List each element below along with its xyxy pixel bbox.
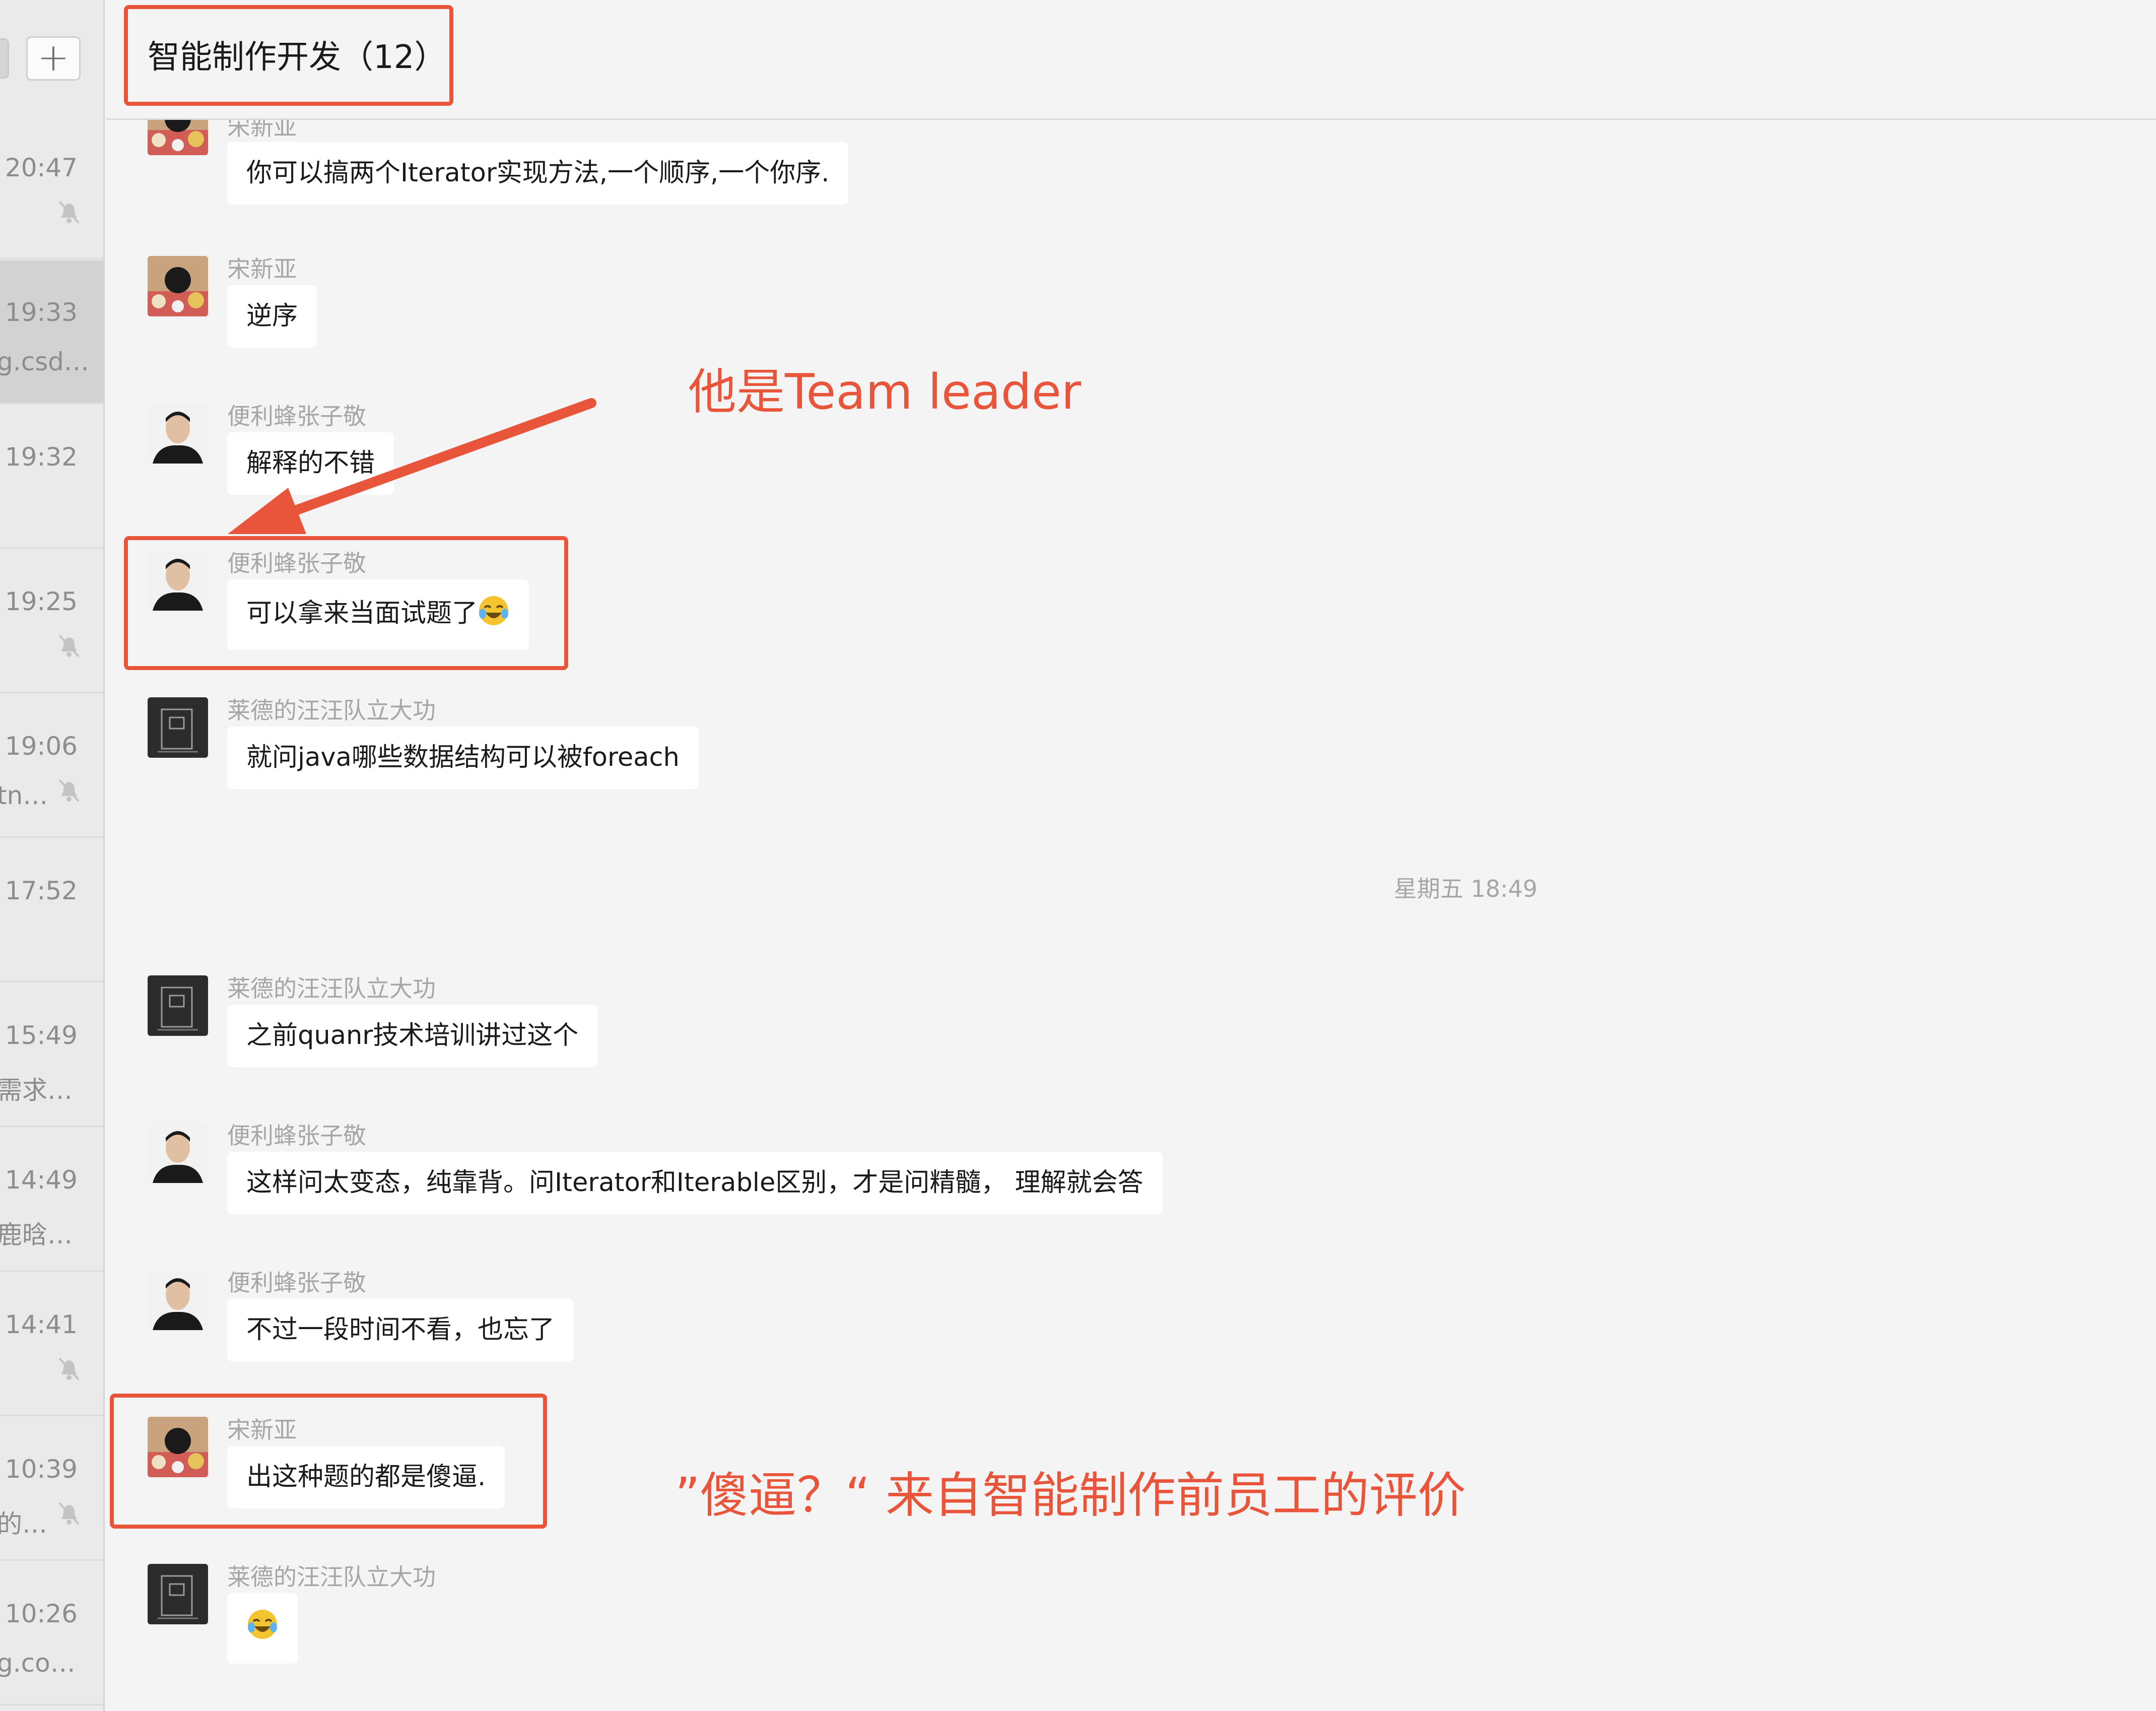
session-time: 14:41 [5, 1310, 78, 1339]
session-time: 19:32 [5, 442, 78, 472]
session-list-item[interactable]: 19:33 g.csd… [0, 260, 103, 404]
avatar-zhang-icon [148, 403, 208, 464]
avatar[interactable] [148, 256, 208, 316]
mute-bell-icon [58, 1502, 80, 1525]
sender-name: 便利蜂张子敬 [227, 1269, 366, 1296]
avatar[interactable] [148, 1270, 208, 1330]
avatar[interactable] [148, 403, 208, 464]
message-bubble[interactable]: 解释的不错 [227, 432, 394, 495]
message-highlight-box [124, 536, 568, 670]
sender-name: 莱德的汪汪队立大功 [227, 1563, 436, 1591]
session-list-item[interactable]: 20:47 [0, 116, 103, 259]
session-time: 14:49 [5, 1165, 78, 1195]
session-list-item[interactable]: 19:25 [0, 550, 103, 693]
message-bubble[interactable]: 你可以搞两个Iterator实现方法,一个顺序,一个你序. [227, 142, 849, 205]
avatar-zhang-icon [148, 1270, 208, 1330]
title-highlight-box [124, 5, 453, 106]
message-bubble[interactable] [227, 1593, 298, 1664]
session-preview: tn… [0, 781, 48, 810]
message-bubble[interactable]: 这样问太变态，纯靠背。问Iterator和Iterable区别，才是问精髓， 理… [227, 1152, 1163, 1214]
session-list-item[interactable]: 10:39 的… [0, 1417, 103, 1561]
mute-bell-icon [58, 201, 80, 224]
avatar-song-icon [148, 120, 208, 155]
session-list-item[interactable]: 19:32 [0, 405, 103, 549]
session-time: 19:33 [5, 298, 78, 327]
avatar-song-icon [148, 256, 208, 316]
message-bubble[interactable]: 就问java哪些数据结构可以被foreach [227, 727, 699, 789]
search-box[interactable] [0, 38, 9, 79]
session-preview: g.csd… [0, 347, 89, 376]
sender-name: 莱德的汪汪队立大功 [227, 975, 436, 1002]
session-list-toolbar: + [0, 0, 103, 116]
message-bubble[interactable]: 逆序 [227, 285, 317, 348]
session-time: 19:06 [5, 732, 78, 761]
session-time: 15:49 [5, 1021, 78, 1050]
session-preview: 的… [0, 1509, 47, 1539]
session-list: + 20:47 19:33 g.csd… 19:32 19:25 19:06 tn… 17:5… [0, 0, 105, 1711]
avatar-dog-icon [148, 697, 208, 758]
session-time: 19:25 [5, 587, 78, 616]
session-list-item[interactable]: 19:06 tn… [0, 694, 103, 838]
sender-name: 宋新亚 [227, 120, 297, 141]
message-bubble[interactable]: 不过一段时间不看，也忘了 [227, 1299, 574, 1361]
avatar[interactable] [148, 975, 208, 1036]
session-time: 20:47 [5, 153, 78, 182]
sender-name: 便利蜂张子敬 [227, 403, 366, 430]
avatar-dog-icon [148, 975, 208, 1036]
session-list-item[interactable]: 10:26 g.co… [0, 1562, 103, 1705]
mute-bell-icon [58, 779, 80, 802]
sender-name: 宋新亚 [227, 255, 297, 283]
add-chat-button[interactable]: + [26, 36, 81, 81]
session-time: 10:26 [5, 1599, 78, 1628]
date-divider: 星期五 18:49 [1394, 875, 1538, 902]
session-list-item[interactable]: 14:49 鹿晗… [0, 1128, 103, 1272]
session-list-item[interactable]: 14:41 [0, 1273, 103, 1416]
avatar-dog-icon [148, 1564, 208, 1624]
sender-name: 莱德的汪汪队立大功 [227, 697, 436, 724]
avatar[interactable] [148, 120, 208, 155]
session-list-item[interactable]: 17:52 [0, 839, 103, 982]
message-bubble[interactable]: 之前quanr技术培训讲过这个 [227, 1005, 598, 1067]
avatar[interactable] [148, 1123, 208, 1183]
avatar[interactable] [148, 1564, 208, 1624]
session-preview: g.co… [0, 1649, 76, 1678]
quote-annotation: ”傻逼？“ 来自智能制作前员工的评价 [675, 1467, 1466, 1524]
avatar-zhang-icon [148, 1123, 208, 1183]
laughing-crying-emoji-icon [246, 1608, 279, 1649]
session-preview: 鹿晗… [0, 1220, 73, 1249]
mute-bell-icon [58, 1357, 80, 1380]
message-highlight-box [110, 1394, 547, 1529]
session-list-item[interactable]: 15:49 需求… [0, 983, 103, 1127]
leader-annotation: 他是Team leader [688, 364, 1082, 420]
avatar[interactable] [148, 697, 208, 758]
session-time: 10:39 [5, 1455, 78, 1484]
sender-name: 便利蜂张子敬 [227, 1122, 366, 1149]
session-time: 17:52 [5, 876, 78, 905]
session-preview: 需求… [0, 1076, 73, 1105]
mute-bell-icon [58, 634, 80, 657]
